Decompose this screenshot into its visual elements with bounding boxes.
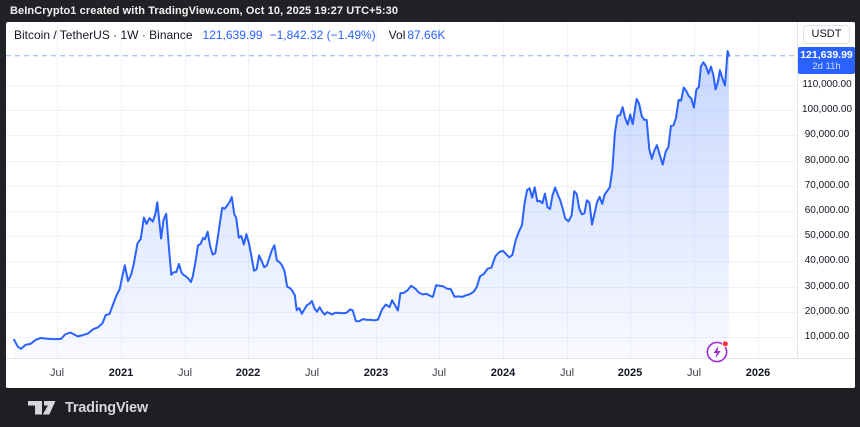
- tradingview-snapshot: BeInCrypto1 created with TradingView.com…: [0, 0, 860, 427]
- lightning-icon: [706, 339, 730, 363]
- price-tick-label: 20,000.00: [798, 306, 855, 318]
- time-tick-label: 2022: [226, 367, 270, 379]
- chart-legend: Bitcoin / TetherUS · 1W · Binance 121,63…: [14, 27, 445, 43]
- price-tick-label: 80,000.00: [798, 155, 855, 167]
- badge-price: 121,639.99: [798, 49, 855, 61]
- tradingview-logo-text: TradingView: [65, 400, 148, 416]
- badge-countdown: 2d 11h: [798, 61, 855, 72]
- price-change-value: −1,842.32 (−1.49%): [270, 28, 376, 42]
- time-tick-label: Jul: [672, 367, 716, 379]
- time-tick-label: 2025: [608, 367, 652, 379]
- area-chart-svg[interactable]: [6, 22, 797, 358]
- currency-toggle-button[interactable]: USDT: [803, 25, 851, 44]
- time-tick-label: 2026: [736, 367, 780, 379]
- time-tick-label: Jul: [545, 367, 589, 379]
- time-tick-label: Jul: [290, 367, 334, 379]
- time-tick-label: Jul: [417, 367, 461, 379]
- attribution-bar: BeInCrypto1 created with TradingView.com…: [0, 0, 860, 22]
- chart-panel: Bitcoin / TetherUS · 1W · Binance 121,63…: [6, 22, 855, 388]
- price-tick-label: 30,000.00: [798, 281, 855, 293]
- volume-label: Vol: [389, 28, 406, 42]
- last-price-badge: 121,639.99 2d 11h: [798, 47, 855, 74]
- price-tick-label: 40,000.00: [798, 255, 855, 267]
- symbol-title[interactable]: Bitcoin / TetherUS · 1W · Binance: [14, 28, 193, 42]
- volume-value: 87.66K: [407, 28, 445, 42]
- price-tick-label: 90,000.00: [798, 129, 855, 141]
- time-tick-label: 2021: [99, 367, 143, 379]
- price-chart-pane[interactable]: [6, 22, 797, 358]
- time-tick-label: 2024: [481, 367, 525, 379]
- tradingview-logo-icon: [28, 401, 56, 415]
- price-tick-label: 110,000.00: [798, 79, 855, 91]
- price-tick-label: 10,000.00: [798, 331, 855, 343]
- alerts-lightning-button[interactable]: [706, 339, 730, 363]
- time-tick-label: Jul: [35, 367, 79, 379]
- price-tick-label: 70,000.00: [798, 180, 855, 192]
- time-tick-label: 2023: [354, 367, 398, 379]
- footer-bar: TradingView: [0, 388, 860, 427]
- price-tick-label: 60,000.00: [798, 205, 855, 217]
- price-tick-label: 50,000.00: [798, 230, 855, 242]
- time-tick-label: Jul: [163, 367, 207, 379]
- price-scale-corner: USDT: [797, 22, 855, 48]
- last-price-value: 121,639.99: [203, 28, 263, 42]
- tradingview-logo[interactable]: TradingView: [28, 400, 148, 416]
- notification-dot: [722, 341, 728, 347]
- attribution-text: BeInCrypto1 created with TradingView.com…: [10, 5, 398, 17]
- price-tick-label: 100,000.00: [798, 104, 855, 116]
